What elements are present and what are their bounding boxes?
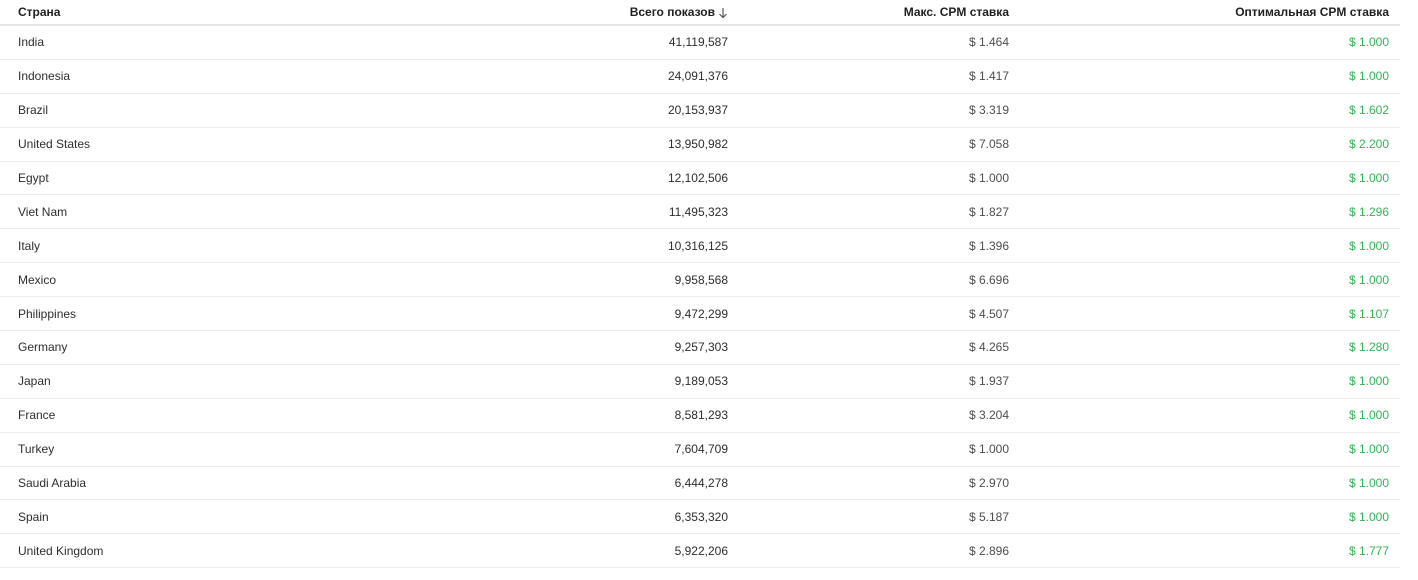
cell-impressions: 11,495,323 xyxy=(668,204,728,219)
cell-impressions: 24,091,376 xyxy=(667,69,728,84)
cell-impressions: 6,353,320 xyxy=(674,509,728,524)
cell-max-cpm: $ 1.000 xyxy=(968,171,1009,185)
cell-max-cpm: $ 1.417 xyxy=(968,69,1009,84)
cell-country: Indonesia xyxy=(18,69,71,84)
table-row[interactable]: Mexico 9,958,568 $ 6.696 $ 1.000 xyxy=(0,263,1400,298)
table-row[interactable]: Brazil 20,153,937 $ 3.319 $ 1.602 xyxy=(0,94,1400,128)
cell-impressions: 9,257,303 xyxy=(674,340,728,355)
table-row[interactable]: Japan 9,189,053 $ 1.937 $ 1.000 xyxy=(0,365,1400,399)
cell-optimal-cpm: $ 1.296 xyxy=(1348,204,1389,219)
cell-country: United Kingdom xyxy=(18,543,104,558)
cell-impressions: 12,102,506 xyxy=(667,171,728,185)
cell-optimal-cpm: $ 1.280 xyxy=(1348,340,1389,355)
table-body: India 41,119,587 $ 1.464 $ 1.000 Indonesia 24… xyxy=(0,26,1400,569)
cell-optimal-cpm: $ 1.000 xyxy=(1348,442,1389,457)
cell-country: Germany xyxy=(18,340,68,355)
table-row[interactable]: Indonesia 24,091,376 $ 1.417 $ 1.000 xyxy=(0,60,1400,94)
cell-country: Spain xyxy=(18,509,49,524)
cell-optimal-cpm: $ 1.000 xyxy=(1348,476,1389,491)
cell-country: India xyxy=(18,35,45,50)
cell-optimal-cpm: $ 1.000 xyxy=(1348,374,1389,389)
cell-max-cpm: $ 1.937 xyxy=(968,374,1009,389)
cell-optimal-cpm: $ 1.602 xyxy=(1348,103,1389,118)
cell-impressions: 10,316,125 xyxy=(667,238,728,253)
cell-max-cpm: $ 2.896 xyxy=(968,543,1009,558)
cell-impressions: 6,444,278 xyxy=(674,476,728,491)
arrow-down-icon[interactable] xyxy=(718,7,728,19)
table-row[interactable]: United Kingdom 5,922,206 $ 2.896 $ 1.777 xyxy=(0,534,1400,569)
cell-impressions: 5,922,206 xyxy=(674,543,728,558)
cell-optimal-cpm: $ 1.000 xyxy=(1348,171,1389,185)
column-header-optimal-cpm[interactable]: Оптимальная CPM ставка xyxy=(1009,5,1389,19)
table-row[interactable]: Germany 9,257,303 $ 4.265 $ 1.280 xyxy=(0,331,1400,365)
cell-country: Mexico xyxy=(18,272,57,287)
cell-impressions: 9,189,053 xyxy=(674,374,728,389)
cell-max-cpm: $ 5.187 xyxy=(968,509,1009,524)
cell-max-cpm: $ 1.464 xyxy=(968,35,1009,50)
cell-optimal-cpm: $ 2.200 xyxy=(1348,137,1389,152)
cell-optimal-cpm: $ 1.000 xyxy=(1348,509,1389,524)
cell-country: Brazil xyxy=(18,103,49,118)
cpm-table: Страна Всего показов Макс. CPM ставка Оп… xyxy=(0,0,1400,569)
cell-country: Italy xyxy=(18,238,41,253)
column-header-max-cpm[interactable]: Макс. CPM ставка xyxy=(728,5,1009,19)
cell-max-cpm: $ 1.827 xyxy=(968,204,1009,219)
cell-optimal-cpm: $ 1.000 xyxy=(1348,272,1389,287)
table-row[interactable]: Saudi Arabia 6,444,278 $ 2.970 $ 1.000 xyxy=(0,467,1400,501)
cell-optimal-cpm: $ 1.000 xyxy=(1348,238,1389,253)
cell-optimal-cpm: $ 1.107 xyxy=(1348,306,1389,321)
cell-country: France xyxy=(18,408,56,423)
cell-impressions: 20,153,937 xyxy=(667,103,728,118)
cell-max-cpm: $ 6.696 xyxy=(968,272,1009,287)
cell-optimal-cpm: $ 1.000 xyxy=(1348,408,1389,423)
table-row[interactable]: Egypt 12,102,506 $ 1.000 $ 1.000 xyxy=(0,162,1400,196)
cell-country: Viet Nam xyxy=(18,204,68,219)
cell-impressions: 9,472,299 xyxy=(674,306,728,321)
cell-impressions: 41,119,587 xyxy=(668,35,728,50)
cell-max-cpm: $ 3.319 xyxy=(968,103,1009,118)
cell-country: Philippines xyxy=(18,306,77,321)
cell-impressions: 9,958,568 xyxy=(674,272,728,287)
cell-country: Saudi Arabia xyxy=(18,476,87,491)
table-row[interactable]: France 8,581,293 $ 3.204 $ 1.000 xyxy=(0,399,1400,433)
table-row[interactable]: Italy 10,316,125 $ 1.396 $ 1.000 xyxy=(0,229,1400,264)
column-header-country[interactable]: Страна xyxy=(0,5,260,19)
cell-impressions: 13,950,982 xyxy=(667,137,728,152)
cell-max-cpm: $ 7.058 xyxy=(968,137,1009,152)
cell-impressions: 8,581,293 xyxy=(674,408,728,423)
cell-country: Japan xyxy=(18,374,51,389)
cell-optimal-cpm: $ 1.777 xyxy=(1348,543,1389,558)
table-row[interactable]: Viet Nam 11,495,323 $ 1.827 $ 1.296 xyxy=(0,195,1400,230)
table-row[interactable]: Philippines 9,472,299 $ 4.507 $ 1.107 xyxy=(0,297,1400,332)
table-row[interactable]: Spain 6,353,320 $ 5.187 $ 1.000 xyxy=(0,500,1400,535)
table-row[interactable]: India 41,119,587 $ 1.464 $ 1.000 xyxy=(0,26,1400,60)
cell-impressions: 7,604,709 xyxy=(674,442,728,457)
cell-optimal-cpm: $ 1.000 xyxy=(1348,35,1389,50)
cell-optimal-cpm: $ 1.000 xyxy=(1348,69,1389,84)
cell-max-cpm: $ 3.204 xyxy=(968,408,1009,423)
cell-max-cpm: $ 1.000 xyxy=(968,442,1009,457)
cell-country: United States xyxy=(18,137,91,152)
table-row[interactable]: Turkey 7,604,709 $ 1.000 $ 1.000 xyxy=(0,433,1400,467)
cell-max-cpm: $ 4.265 xyxy=(968,340,1009,355)
cell-max-cpm: $ 1.396 xyxy=(968,238,1009,253)
cell-max-cpm: $ 2.970 xyxy=(968,476,1009,491)
column-header-impressions[interactable]: Всего показов xyxy=(260,5,728,19)
column-header-impressions-label: Всего показов xyxy=(629,5,715,19)
table-row[interactable]: United States 13,950,982 $ 7.058 $ 2.200 xyxy=(0,128,1400,162)
cell-country: Egypt xyxy=(18,171,49,185)
table-header: Страна Всего показов Макс. CPM ставка Оп… xyxy=(0,0,1400,26)
cell-max-cpm: $ 4.507 xyxy=(968,306,1009,321)
cell-country: Turkey xyxy=(18,442,55,457)
